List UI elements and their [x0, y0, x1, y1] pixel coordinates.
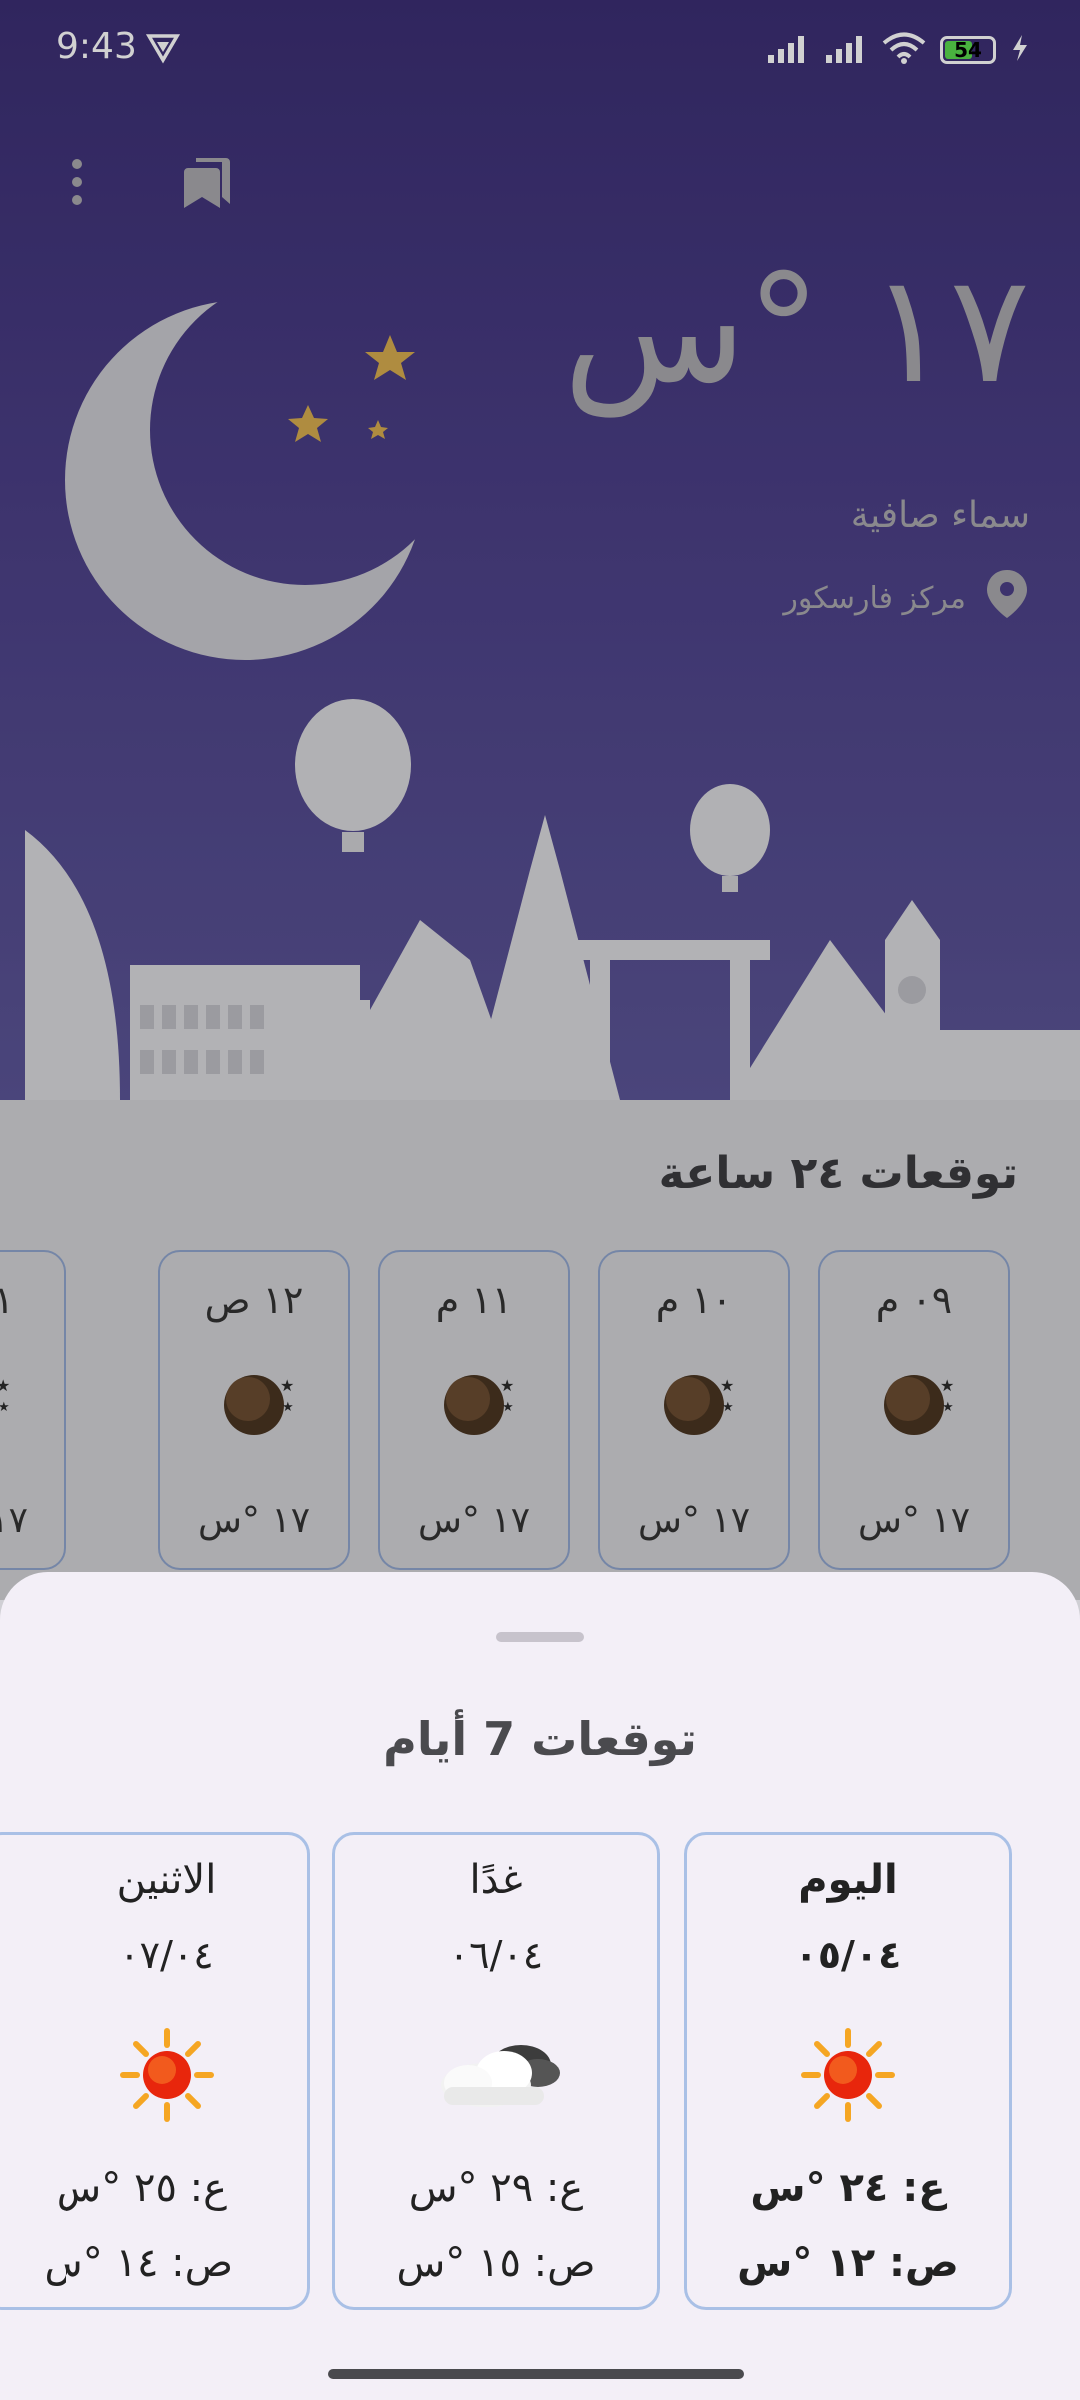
day-low: ص: ١٤ °س [66, 2240, 233, 2286]
day-low: ص: ١٥ °س [396, 2240, 596, 2286]
cloud-icon [441, 2045, 560, 2107]
daily-card-monday-visible[interactable]: الاثنين ٠٧/٠٤ ع: ٢٥ °س ص: ١٤ °س [66, 1832, 310, 2310]
day-date: ٠٧/٠٤ [0, 1933, 66, 1977]
sheet-drag-handle[interactable] [496, 1632, 584, 1642]
day-high: ع: ٢٥ °س [0, 2165, 66, 2211]
day-low: ص: ١٢ °س [737, 2240, 959, 2286]
day-name: اليوم [798, 1857, 898, 1903]
day-date: ٠٧/٠٤ [119, 1933, 214, 1977]
day-high: ع: ٢٤ °س [750, 2165, 946, 2211]
daily-forecast-title: توقعات 7 أيام [383, 1712, 697, 1766]
day-date: ٠٥/٠٤ [794, 1933, 902, 1977]
daily-card-monday[interactable]: الاثنين ٠٧/٠٤ ع: ٢٥ °س ص: ١٤ °س [0, 1832, 66, 2310]
day-name: غدًا [469, 1857, 523, 1903]
gesture-nav-bar[interactable] [328, 2369, 744, 2379]
modal-scrim[interactable] [0, 0, 1080, 1600]
day-high: ع: ٢٥ °س [66, 2165, 227, 2211]
day-low: ص: ١٤ °س [0, 2240, 66, 2286]
sun-icon [119, 2028, 214, 2122]
daily-card-tomorrow[interactable]: غدًا ٠٦/٠٤ ع: ٢٩ °س ص: ١٥ °س [332, 1832, 660, 2310]
daily-card-today[interactable]: اليوم ٠٥/٠٤ ع: ٢٤ °س ص: ١٢ °س [684, 1832, 1012, 2310]
day-name: الاثنين [116, 1857, 217, 1903]
sun-icon [801, 2028, 895, 2122]
day-high: ع: ٢٩ °س [408, 2165, 584, 2211]
day-name: الاثنين [0, 1857, 66, 1903]
day-date: ٠٦/٠٤ [448, 1933, 544, 1977]
